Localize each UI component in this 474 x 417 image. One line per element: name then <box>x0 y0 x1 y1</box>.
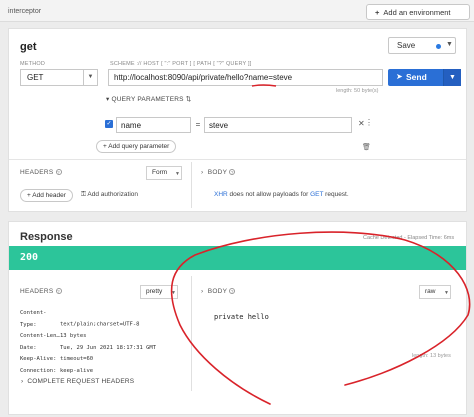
send-icon: ➤ <box>396 72 403 81</box>
param-menu-icon[interactable]: ⋮ <box>365 118 376 131</box>
help-icon[interactable]: ? <box>55 169 62 175</box>
chevron-down-icon: ▼ <box>444 290 449 296</box>
header-key: Keep-Alive: <box>20 356 57 362</box>
param-key-input[interactable]: name <box>116 117 191 133</box>
response-card: Response Cache Detected - Elapsed Time: … <box>8 221 467 415</box>
send-button[interactable]: ➤ Send ▼ <box>388 69 461 86</box>
chevron-right-icon[interactable]: › <box>201 169 203 176</box>
plus-icon: + <box>375 7 380 17</box>
chevron-down-icon: ▼ <box>175 171 180 177</box>
param-value-input[interactable]: steve <box>204 117 352 133</box>
response-headers-title: HEADERS? <box>20 288 62 295</box>
headers-label: HEADERS <box>20 169 54 176</box>
send-options-dropdown[interactable]: ▼ <box>443 69 461 86</box>
query-params-label: QUERY PARAMETERS <box>111 96 184 103</box>
response-title: Response <box>20 231 73 243</box>
body-label: BODY <box>207 288 228 295</box>
header-value: keep-alive <box>60 367 94 374</box>
delete-param-icon[interactable]: ✕ <box>358 119 365 128</box>
header-key: Content-Type: <box>20 310 47 328</box>
send-label: Send <box>406 72 427 82</box>
add-environment-button[interactable]: + Add an environment <box>366 4 470 20</box>
headers-format-value: pretty <box>146 288 163 295</box>
request-name[interactable]: get <box>20 41 37 53</box>
header-row: Content-Type: text/plain;charset=UTF-8 <box>20 308 156 331</box>
status-code: 200 <box>20 252 39 263</box>
method-label: METHOD <box>20 61 46 67</box>
status-bar: 200 <box>9 246 466 270</box>
query-params-toggle[interactable]: ▾ QUERY PARAMETERS ⇅ <box>106 95 191 103</box>
header-value: text/plain;charset=UTF-8 <box>60 321 140 328</box>
request-body-title: › BODY? <box>201 169 236 176</box>
add-header-button[interactable]: + Add header <box>20 189 73 202</box>
complete-request-headers-toggle[interactable]: › COMPLETE REQUEST HEADERS <box>21 378 134 385</box>
request-headers-title: HEADERS? <box>20 169 62 176</box>
header-value: 13 bytes <box>60 333 87 339</box>
xhr-note-text: does not allow payloads for <box>227 191 311 198</box>
header-key: Content-Len… <box>20 333 60 339</box>
chevron-right-icon: › <box>21 378 24 385</box>
add-authorization-button[interactable]: ⚿ Add authorization <box>81 191 138 199</box>
url-input[interactable]: http://localhost:8090/api/private/hello?… <box>108 69 383 86</box>
collection-title: interceptor <box>8 8 42 15</box>
divider <box>9 159 466 160</box>
param-enabled-checkbox[interactable]: ✓ <box>105 120 113 128</box>
body-label: BODY <box>207 169 228 176</box>
add-environment-label: Add an environment <box>383 7 451 17</box>
equals-sign: = <box>195 120 201 129</box>
save-label: Save <box>397 41 416 50</box>
complete-headers-label: COMPLETE REQUEST HEADERS <box>27 378 135 385</box>
chevron-down-icon: ▾ <box>106 96 110 103</box>
top-bar: interceptor + Add an environment <box>0 0 474 22</box>
divider <box>191 162 192 208</box>
divider <box>191 276 192 391</box>
header-row: Keep-Alive: timeout=60 <box>20 354 156 366</box>
header-row: Date: Tue, 29 Jun 2021 18:17:31 GMT <box>20 343 156 355</box>
header-value: Tue, 29 Jun 2021 18:17:31 GMT <box>60 344 157 351</box>
header-row: Connection: keep-alive <box>20 366 156 378</box>
body-format-select[interactable]: raw ▼ <box>419 285 451 299</box>
chevron-down-icon[interactable]: ▼ <box>83 70 97 85</box>
headers-format-select[interactable]: pretty ▼ <box>140 285 178 299</box>
header-key: Date: <box>20 344 37 351</box>
header-value: timeout=60 <box>60 356 94 362</box>
save-button[interactable]: Save ▼ <box>388 37 456 54</box>
add-query-param-label: Add query parameter <box>108 143 170 150</box>
sort-icon[interactable]: ⇅ <box>186 96 192 103</box>
add-header-label: Add header <box>32 192 66 199</box>
unsaved-dot-icon <box>436 44 441 49</box>
method-select[interactable]: GET ▼ <box>20 69 98 86</box>
get-link[interactable]: GET <box>310 191 323 198</box>
chevron-right-icon[interactable]: › <box>201 288 203 295</box>
help-icon[interactable]: ? <box>55 288 62 294</box>
request-card: get Save ▼ METHOD SCHEME :// HOST [ ":" … <box>8 28 467 212</box>
help-icon[interactable]: ? <box>229 288 236 294</box>
headers-label: HEADERS <box>20 288 54 295</box>
xhr-note: XHR does not allow payloads for GET requ… <box>214 191 349 198</box>
chevron-down-icon[interactable]: ▼ <box>446 41 453 48</box>
header-key: Connection: <box>20 367 57 374</box>
body-format-value: Form <box>152 169 168 176</box>
add-query-param-button[interactable]: + Add query parameter <box>96 140 177 153</box>
response-length-hint: length: 13 bytes <box>412 353 451 359</box>
response-body-title: › BODY? <box>201 288 236 295</box>
add-authorization-label: Add authorization <box>87 191 138 198</box>
help-icon[interactable]: ? <box>229 169 236 175</box>
url-length-hint: length: 50 byte(s) <box>336 88 379 94</box>
header-row: Content-Len…13 bytes <box>20 331 156 343</box>
trash-icon[interactable]: 🗑 <box>362 143 371 151</box>
body-format-value: raw <box>425 288 436 295</box>
xhr-note-suffix: request. <box>323 191 349 198</box>
body-format-select[interactable]: Form ▼ <box>146 166 182 180</box>
method-value: GET <box>27 73 44 82</box>
response-body-text: private hello <box>214 313 269 321</box>
response-headers-list: Content-Type: text/plain;charset=UTF-8 Co… <box>20 308 156 377</box>
chevron-down-icon: ▼ <box>171 290 176 296</box>
url-format-label: SCHEME :// HOST [ ":" PORT ] [ PATH [ "?… <box>110 61 252 67</box>
xhr-link[interactable]: XHR <box>214 191 228 198</box>
response-meta: Cache Detected - Elapsed Time: 6ms <box>363 235 455 241</box>
